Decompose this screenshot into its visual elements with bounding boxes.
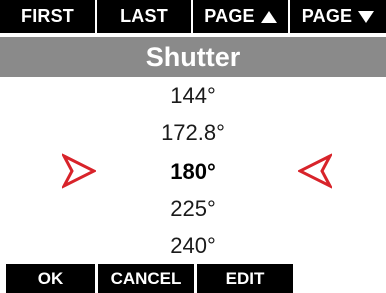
list-item-label: 144° [170, 82, 216, 108]
edit-button[interactable]: EDIT [197, 264, 293, 293]
last-button[interactable]: LAST [97, 0, 191, 33]
selection-arrow-right-pointing-icon [62, 153, 96, 189]
cancel-button-label: CANCEL [110, 268, 182, 288]
triangle-up-icon [260, 10, 277, 23]
page-down-button[interactable]: PAGE [290, 0, 386, 33]
list-item-label: 240° [170, 232, 216, 258]
edit-button-label: EDIT [225, 268, 265, 288]
list-item-label: 180° [170, 158, 216, 184]
page-up-button-label: PAGE [204, 6, 255, 26]
top-softkey-bar: FIRST LAST PAGE PAGE [0, 0, 386, 35]
bottom-softkey-bar: OK CANCEL EDIT [0, 264, 386, 293]
selection-arrow-left-pointing-icon [298, 153, 332, 189]
page-down-button-label: PAGE [301, 6, 353, 26]
list-item-label: 172.8° [161, 119, 225, 145]
ok-button-label: OK [37, 268, 64, 288]
first-button[interactable]: FIRST [0, 0, 95, 33]
menu-title: Shutter [0, 37, 386, 77]
ok-button[interactable]: OK [6, 264, 95, 293]
list-item[interactable]: 240° [0, 227, 386, 264]
cancel-button[interactable]: CANCEL [98, 264, 194, 293]
menu-title-text: Shutter [145, 41, 241, 72]
list-item-label: 225° [170, 195, 216, 221]
page-up-button[interactable]: PAGE [193, 0, 288, 33]
list-item[interactable]: 144° [0, 77, 386, 114]
list-item[interactable]: 172.8° [0, 114, 386, 151]
first-button-label: FIRST [21, 6, 74, 26]
triangle-down-icon [358, 10, 375, 23]
last-button-label: LAST [120, 6, 168, 26]
list-item[interactable]: 225° [0, 190, 386, 227]
